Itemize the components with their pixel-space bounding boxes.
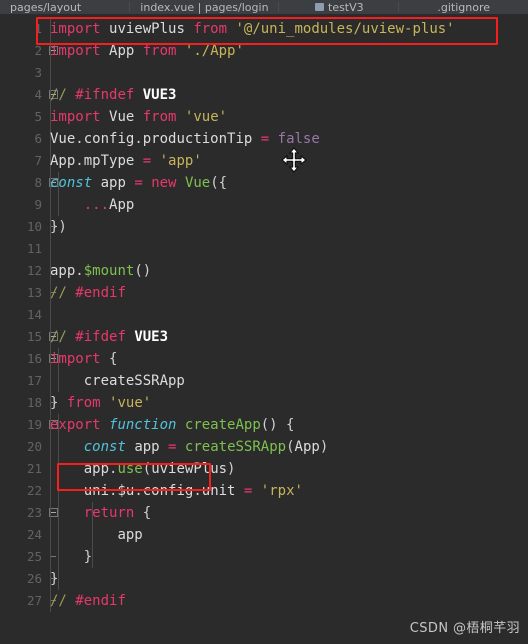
- line-number: 11: [26, 241, 42, 256]
- line-number: 5: [34, 109, 42, 124]
- editor-window: pages/layout index.vue | pages/login tes…: [0, 0, 528, 644]
- code-line[interactable]: }): [50, 216, 67, 238]
- code-line[interactable]: app.$mount(): [50, 260, 151, 282]
- code-line[interactable]: // #endif: [50, 590, 126, 612]
- code-line[interactable]: App.mpType = 'app': [50, 150, 202, 172]
- line-number: 19: [0, 414, 58, 436]
- code-line[interactable]: ...App: [50, 194, 135, 216]
- line-number: 25: [0, 546, 56, 568]
- tab-label: .gitignore: [437, 0, 491, 14]
- line-number: 7: [34, 153, 42, 168]
- code-line[interactable]: const app = createSSRApp(App): [50, 436, 329, 458]
- tab-label: pages/layout: [10, 0, 82, 14]
- line-number: 23: [0, 502, 58, 524]
- tab-gitignore[interactable]: .gitignore: [399, 0, 528, 14]
- line-number: 1: [34, 21, 42, 36]
- code-line[interactable]: import Vue from 'vue': [50, 106, 227, 128]
- code-line[interactable]: import uviewPlus from '@/uni_modules/uvi…: [50, 18, 455, 40]
- line-number: 10: [0, 216, 56, 238]
- tab-testv3[interactable]: testV3: [279, 0, 400, 14]
- line-number: 22: [26, 483, 42, 498]
- line-number: 16: [0, 348, 58, 370]
- code-line[interactable]: }: [50, 568, 58, 590]
- code-line[interactable]: }: [50, 546, 92, 568]
- folder-icon: [315, 3, 324, 11]
- line-number: 27: [0, 590, 56, 612]
- code-line[interactable]: } from 'vue': [50, 392, 151, 414]
- line-number: 26: [0, 568, 56, 590]
- line-number: 2: [0, 40, 58, 62]
- tab-label: testV3: [328, 0, 364, 14]
- line-number: 14: [26, 307, 42, 322]
- code-line[interactable]: export function createApp() {: [50, 414, 294, 436]
- line-number: 9: [34, 197, 42, 212]
- line-number: 12: [26, 263, 42, 278]
- code-line[interactable]: createSSRApp: [50, 370, 185, 392]
- tab-index-vue-pages-login[interactable]: index.vue | pages/login: [130, 0, 280, 14]
- editor-tab-bar: pages/layout index.vue | pages/login tes…: [0, 0, 528, 14]
- code-line[interactable]: app.use(uviewPlus): [50, 458, 236, 480]
- line-number: 17: [26, 373, 42, 388]
- code-line[interactable]: return {: [50, 502, 151, 524]
- csdn-watermark: CSDN @梧桐芊羽: [409, 621, 520, 636]
- line-number: 24: [26, 527, 42, 542]
- code-line[interactable]: import {: [50, 348, 117, 370]
- code-line[interactable]: // #ifdef VUE3: [50, 326, 168, 348]
- tab-pages-layout[interactable]: pages/layout: [0, 0, 131, 14]
- code-line[interactable]: import App from './App': [50, 40, 244, 62]
- code-line[interactable]: // #ifndef VUE3: [50, 84, 176, 106]
- code-line[interactable]: Vue.config.productionTip = false: [50, 128, 320, 150]
- code-line[interactable]: // #endif: [50, 282, 126, 304]
- line-number: 20: [26, 439, 42, 454]
- code-line[interactable]: uni.$u.config.unit = 'rpx': [50, 480, 303, 502]
- line-number: 8: [0, 172, 58, 194]
- line-number: 15: [0, 326, 58, 348]
- line-number: 13: [0, 282, 56, 304]
- line-number: 3: [34, 65, 42, 80]
- line-number: 21: [26, 461, 42, 476]
- line-number: 18: [0, 392, 56, 414]
- line-number: 6: [34, 131, 42, 146]
- code-line[interactable]: const app = new Vue({: [50, 172, 227, 194]
- code-editor-area[interactable]: 1 2 3 4 5 6 7 8 9 10 11 12 13 14 15 16 17 18 19 20 21 22 23 24 2…: [0, 14, 528, 644]
- line-number: 4: [0, 84, 58, 106]
- tab-label: index.vue | pages/login: [140, 0, 269, 14]
- move-cursor-icon: [281, 147, 307, 173]
- code-line[interactable]: app: [50, 524, 142, 546]
